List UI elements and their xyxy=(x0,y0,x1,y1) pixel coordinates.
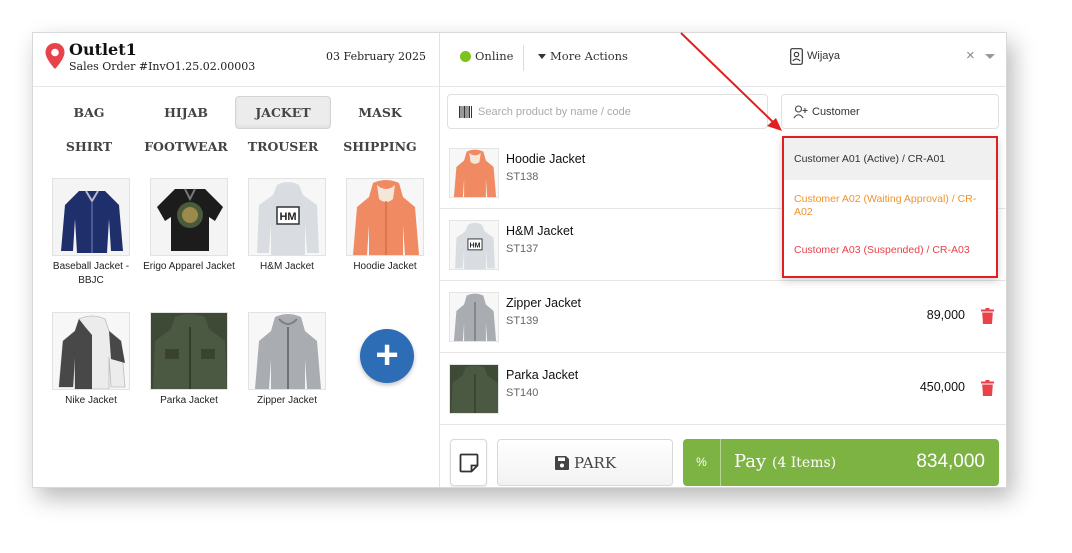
product-image xyxy=(150,312,228,390)
order-topbar: Online More Actions Wijaya × xyxy=(440,33,1006,87)
customer-option-a01[interactable]: Customer A01 (Active) / CR-A01 xyxy=(784,138,996,180)
category-tab-jacket[interactable]: JACKET xyxy=(235,96,331,129)
product-image xyxy=(52,312,130,390)
cart-item-code: ST137 xyxy=(506,243,539,255)
product-image xyxy=(150,178,228,256)
clear-icon[interactable]: × xyxy=(966,47,975,64)
cart-item-name: Hoodie Jacket xyxy=(506,152,586,166)
product-image xyxy=(248,312,326,390)
pay-button[interactable]: % Pay (4 Items) 834,000 xyxy=(683,439,999,486)
outlet-header: Outlet1 Sales Order #InvO1.25.02.00003 0… xyxy=(33,33,440,87)
location-pin-icon xyxy=(45,43,65,69)
cart-item-image xyxy=(449,148,499,198)
pay-text: Pay xyxy=(734,451,767,472)
more-actions-button[interactable]: More Actions xyxy=(550,49,628,63)
order-date: 03 February 2025 xyxy=(326,50,426,63)
customer-dropdown: Customer A01 (Active) / CR-A01 Customer … xyxy=(782,136,998,278)
chevron-down-icon[interactable] xyxy=(985,54,995,59)
category-tab-shirt[interactable]: SHIRT xyxy=(41,130,137,163)
customer-option-a03[interactable]: Customer A03 (Suspended) / CR-A03 xyxy=(784,236,996,266)
online-status-icon xyxy=(460,51,471,62)
outlet-name: Outlet1 xyxy=(69,40,137,59)
park-button[interactable]: PARK xyxy=(497,439,673,486)
trash-icon[interactable] xyxy=(981,380,994,396)
product-image xyxy=(52,178,130,256)
cart-item-image: HM xyxy=(449,220,499,270)
cart-item-price: 89,000 xyxy=(926,308,965,322)
product-name: Erigo Apparel Jacket xyxy=(143,261,235,272)
product-card-parka-jacket[interactable]: Parka Jacket xyxy=(143,312,235,408)
product-name: Zipper Jacket xyxy=(256,395,318,406)
pay-label: Pay (4 Items) xyxy=(734,451,836,472)
cart-item-name: Zipper Jacket xyxy=(506,296,582,310)
online-status-label: Online xyxy=(475,49,514,63)
svg-text:HM: HM xyxy=(279,211,296,223)
topbar-divider xyxy=(523,45,524,71)
category-tab-shipping[interactable]: SHIPPING xyxy=(332,130,428,163)
plus-icon: + xyxy=(375,333,399,377)
svg-text:HM: HM xyxy=(470,242,481,249)
category-tab-mask[interactable]: MASK xyxy=(332,96,428,129)
cart-item-code: ST140 xyxy=(506,387,539,399)
product-image: HM xyxy=(248,178,326,256)
category-tab-bag[interactable]: BAG xyxy=(41,96,137,129)
product-name: Baseball Jacket - BBJC xyxy=(52,261,130,286)
trash-icon[interactable] xyxy=(981,308,994,324)
product-search xyxy=(447,94,768,129)
product-image xyxy=(346,178,424,256)
product-name: Parka Jacket xyxy=(160,395,218,406)
add-product-button[interactable]: + xyxy=(360,329,414,383)
product-card-baseball-jacket[interactable]: Baseball Jacket - BBJC xyxy=(45,178,137,288)
pay-item-count: (4 Items) xyxy=(771,455,837,471)
category-tab-footwear[interactable]: FOOTWEAR xyxy=(138,130,234,163)
save-icon xyxy=(555,456,569,470)
cart-item[interactable]: Zipper Jacket ST139 89,000 xyxy=(440,281,1006,353)
product-card-zipper-jacket[interactable]: Zipper Jacket xyxy=(241,312,333,408)
product-card-nike-jacket[interactable]: Nike Jacket xyxy=(45,312,137,408)
customer-select[interactable]: Customer xyxy=(781,94,999,129)
customer-option-a02[interactable]: Customer A02 (Waiting Approval) / CR-A02 xyxy=(784,186,996,226)
cart-item[interactable]: Parka Jacket ST140 450,000 xyxy=(440,353,1006,425)
caret-down-icon[interactable] xyxy=(538,54,546,59)
product-name: Nike Jacket xyxy=(65,395,117,406)
product-card-hm-jacket[interactable]: HM H&M Jacket xyxy=(241,178,333,274)
cart-item-image xyxy=(449,292,499,342)
cart-item-image xyxy=(449,364,499,414)
pay-total: 834,000 xyxy=(916,451,985,472)
search-input[interactable] xyxy=(478,95,758,128)
cart-item-name: Parka Jacket xyxy=(506,368,579,382)
category-tab-hijab[interactable]: HIJAB xyxy=(138,96,234,129)
discount-percent-button[interactable]: % xyxy=(683,439,721,486)
product-card-erigo-apparel-jacket[interactable]: Erigo Apparel Jacket xyxy=(143,178,235,274)
sticky-note-icon xyxy=(459,453,479,473)
cart-item-code: ST138 xyxy=(506,171,539,183)
product-name: H&M Jacket xyxy=(260,261,314,272)
product-panel: Outlet1 Sales Order #InvO1.25.02.00003 0… xyxy=(33,33,440,487)
cart-item-name: H&M Jacket xyxy=(506,224,574,238)
category-tab-trouser[interactable]: TROUSER xyxy=(235,130,331,163)
id-badge-icon xyxy=(790,48,803,65)
cart-item-price: 450,000 xyxy=(919,380,965,394)
sales-order-number: Sales Order #InvO1.25.02.00003 xyxy=(69,60,256,73)
note-button[interactable] xyxy=(450,439,487,486)
barcode-icon xyxy=(459,106,472,118)
add-user-icon xyxy=(793,105,808,119)
salesperson-select[interactable]: Wijaya xyxy=(807,50,840,62)
product-name: Hoodie Jacket xyxy=(353,261,417,272)
park-label: PARK xyxy=(574,454,617,472)
customer-select-label: Customer xyxy=(812,106,860,118)
cart-item-code: ST139 xyxy=(506,315,539,327)
product-card-hoodie-jacket[interactable]: Hoodie Jacket xyxy=(339,178,431,274)
